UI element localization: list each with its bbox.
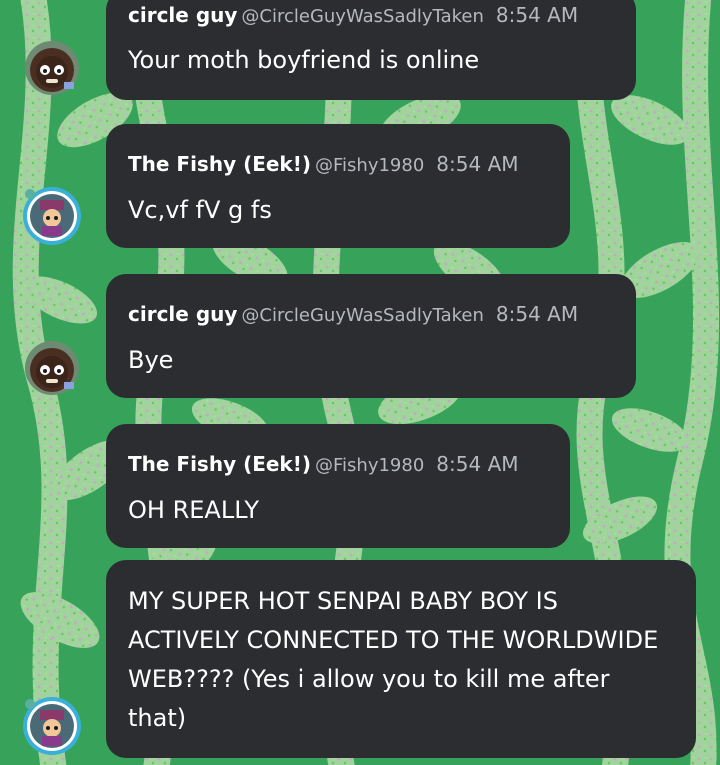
message-bubble[interactable]: circle guy @CircleGuyWasSadlyTaken 8:54 AM…	[106, 274, 636, 398]
message-bubble[interactable]: MY SUPER HOT SENPAI BABY BOY IS ACTIVELY…	[106, 560, 696, 758]
message-text: Your moth boyfriend is online	[128, 46, 480, 74]
message-bubble[interactable]: The Fishy (Eek!) @Fishy1980 8:54 AM OH REA…	[106, 424, 570, 548]
message-text: OH REALLY	[128, 496, 260, 524]
avatar-fishy[interactable]	[22, 186, 81, 245]
author-handle[interactable]: @Fishy1980	[315, 455, 424, 476]
avatar-circle-guy[interactable]	[24, 40, 80, 96]
author-name[interactable]: circle guy	[128, 3, 237, 27]
avatar-fishy[interactable]	[22, 696, 81, 755]
message-text: MY SUPER HOT SENPAI BABY BOY IS ACTIVELY…	[128, 587, 659, 732]
circle-guy-avatar-icon	[25, 341, 79, 395]
message-header: circle guy @CircleGuyWasSadlyTaken 8:54 AM	[128, 302, 578, 328]
timestamp: 8:54 AM	[495, 302, 579, 326]
message-text: Vc,vf fV g fs	[128, 196, 272, 224]
message-bubble[interactable]: circle guy @CircleGuyWasSadlyTaken 8:54 AM…	[106, 0, 636, 100]
message-header: The Fishy (Eek!) @Fishy1980 8:54 AM	[128, 452, 519, 478]
fishy-avatar-icon	[23, 187, 81, 245]
author-name[interactable]: The Fishy (Eek!)	[128, 452, 311, 476]
author-handle[interactable]: @Fishy1980	[315, 155, 424, 176]
message-header: circle guy @CircleGuyWasSadlyTaken 8:54 AM	[128, 3, 578, 29]
timestamp: 8:54 AM	[436, 452, 519, 476]
message-header: The Fishy (Eek!) @Fishy1980 8:54 AM	[128, 152, 519, 178]
message-bubble[interactable]: The Fishy (Eek!) @Fishy1980 8:54 AM Vc,vf …	[106, 124, 570, 248]
message-text: Bye	[128, 346, 174, 374]
author-name[interactable]: The Fishy (Eek!)	[128, 152, 311, 176]
author-handle[interactable]: @CircleGuyWasSadlyTaken	[241, 6, 483, 27]
author-name[interactable]: circle guy	[128, 302, 237, 326]
timestamp: 8:54 AM	[436, 152, 519, 176]
fishy-avatar-icon	[23, 697, 81, 755]
avatar-circle-guy[interactable]	[24, 340, 80, 396]
circle-guy-avatar-icon	[25, 41, 79, 95]
author-handle[interactable]: @CircleGuyWasSadlyTaken	[241, 305, 483, 326]
timestamp: 8:54 AM	[495, 3, 579, 27]
